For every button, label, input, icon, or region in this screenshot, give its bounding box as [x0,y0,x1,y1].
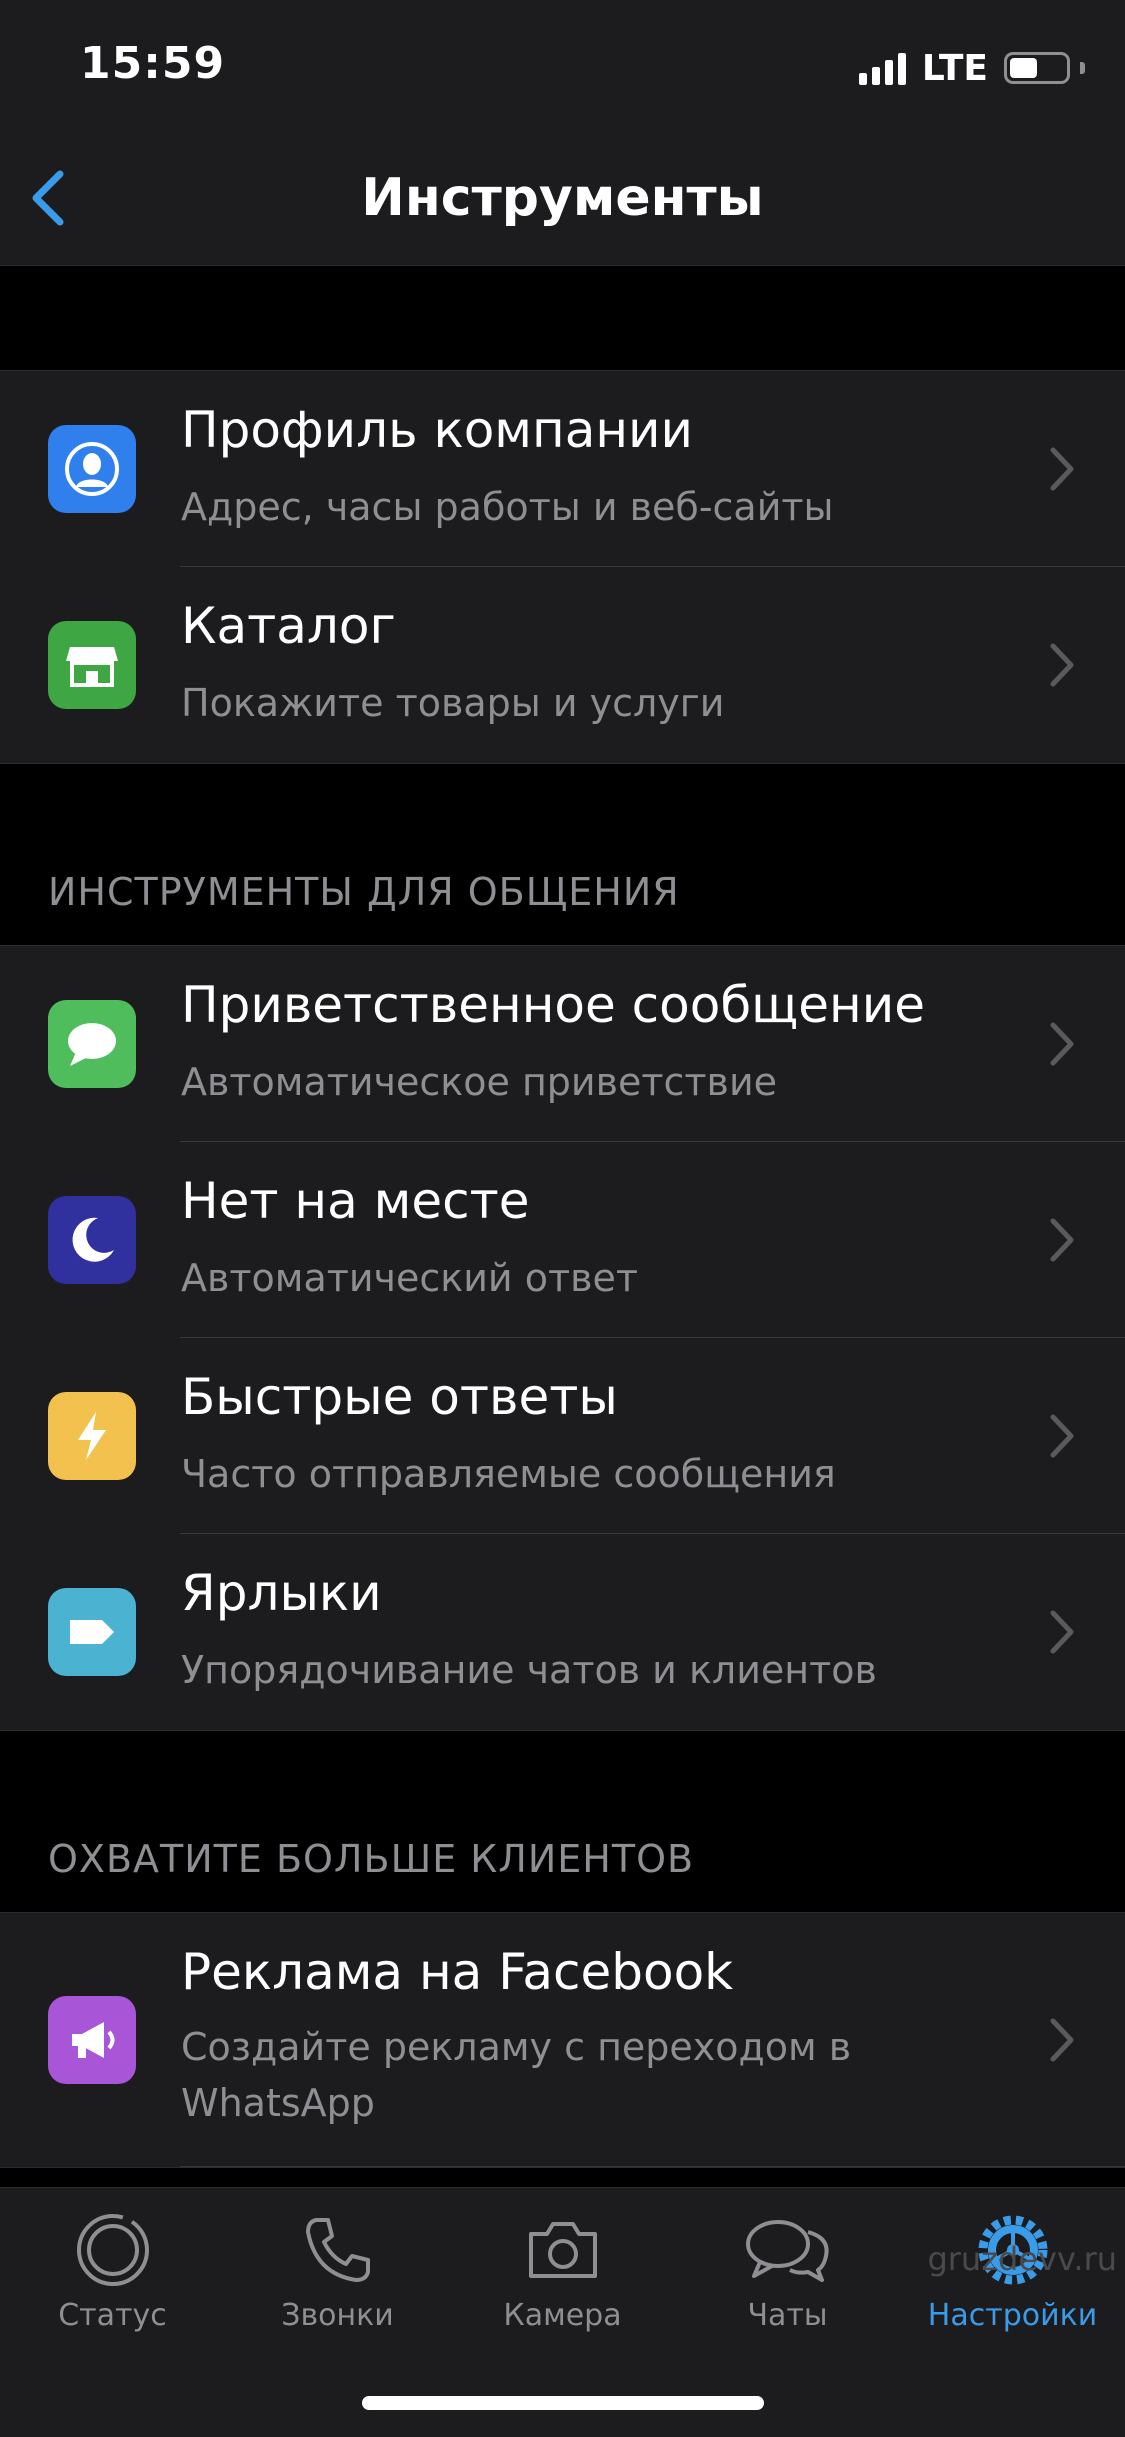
row-title: Реклама на Facebook [181,1943,734,2001]
profile-icon [48,425,136,513]
storefront-icon [48,621,136,709]
megaphone-icon [48,1996,136,2084]
watermark: gruzdevv.ru [927,2240,1117,2278]
row-subtitle: Упорядочивание чатов и клиентов [181,1648,877,1692]
network-type: LTE [921,47,988,89]
tab-camera[interactable]: Камера [450,2210,675,2360]
battery-nub [1080,62,1085,74]
chevron-right-icon [1050,1610,1074,1654]
status-bar: 15:59 LTE [0,0,1125,150]
row-title: Быстрые ответы [181,1368,618,1426]
row-subtitle: Покажите товары и услуги [181,681,725,725]
row-subtitle: Часто отправляемые сообщения [181,1452,836,1496]
tab-status[interactable]: Статус [0,2210,225,2360]
tab-calls[interactable]: Звонки [225,2210,450,2360]
list-item-company-profile[interactable]: Профиль компании Адрес, часы работы и ве… [0,371,1125,567]
list-item-labels[interactable]: Ярлыки Упорядочивание чатов и клиентов [0,1534,1125,1730]
navigation-bar: Инструменты [0,150,1125,266]
chevron-right-icon [1050,1022,1074,1066]
lightning-icon [48,1392,136,1480]
section-header: ОХВАТИТЕ БОЛЬШЕ КЛИЕНТОВ [48,1837,695,1881]
tab-settings[interactable]: Настройки [900,2210,1125,2360]
section-header: ИНСТРУМЕНТЫ ДЛЯ ОБЩЕНИЯ [48,870,680,914]
row-title: Приветственное сообщение [181,976,925,1034]
row-subtitle: Адрес, часы работы и веб-сайты [181,485,834,529]
chevron-right-icon [1050,447,1074,491]
signal-strength-icon [858,51,906,85]
tab-label: Статус [58,2298,167,2333]
list-item-facebook-ads[interactable]: Реклама на Facebook Создайте рекламу с п… [0,1913,1125,2167]
battery-icon [1004,52,1070,84]
row-title: Каталог [181,597,396,655]
moon-icon [48,1196,136,1284]
list-item-greeting-message[interactable]: Приветственное сообщение Автоматическое … [0,946,1125,1142]
separator [180,2166,1125,2167]
label-tag-icon [48,1588,136,1676]
business-group: Профиль компании Адрес, часы работы и ве… [0,370,1125,764]
chevron-right-icon [1050,1414,1074,1458]
chevron-right-icon [1050,2018,1074,2062]
chats-icon [745,2220,829,2282]
tab-label: Звонки [281,2298,394,2333]
phone-icon [305,2218,370,2282]
row-title: Профиль компании [181,401,694,459]
status-time: 15:59 [80,38,226,89]
list-item-quick-replies[interactable]: Быстрые ответы Часто отправляемые сообще… [0,1338,1125,1534]
list-item-catalog[interactable]: Каталог Покажите товары и услуги [0,567,1125,763]
row-subtitle: Создайте рекламу с переходом в WhatsApp [181,2025,852,2125]
tab-chats[interactable]: Чаты [675,2210,900,2360]
list-item-away-message[interactable]: Нет на месте Автоматический ответ [0,1142,1125,1338]
row-subtitle: Автоматическое приветствие [181,1060,778,1104]
row-title: Нет на месте [181,1172,530,1230]
row-title: Ярлыки [181,1564,382,1622]
tab-label: Камера [503,2298,622,2333]
chevron-right-icon [1050,1218,1074,1262]
row-subtitle: Автоматический ответ [181,1256,639,1300]
page-title: Инструменты [361,168,764,228]
status-indicators: LTE [858,47,1085,89]
status-icon [76,2214,149,2286]
camera-icon [528,2222,597,2278]
chevron-right-icon [1050,643,1074,687]
tab-label: Чаты [747,2298,828,2333]
home-indicator[interactable] [362,2396,764,2410]
reach-customers-group: Реклама на Facebook Создайте рекламу с п… [0,1912,1125,2168]
tab-label: Настройки [927,2298,1098,2333]
message-bubble-icon [48,1000,136,1088]
communication-tools-group: Приветственное сообщение Автоматическое … [0,945,1125,1731]
